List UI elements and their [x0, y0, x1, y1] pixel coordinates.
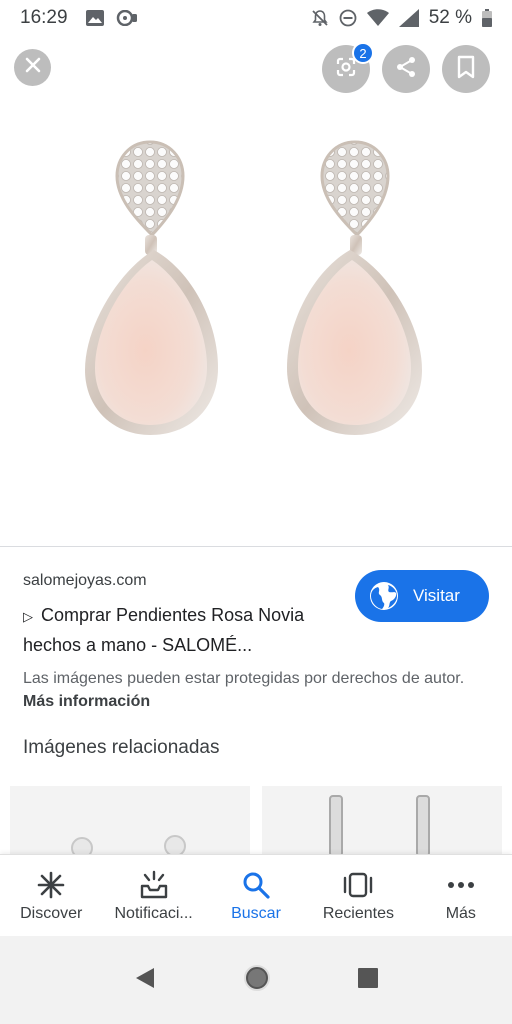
nav-search[interactable]: Buscar: [205, 855, 307, 936]
result-title-text: Comprar Pendientes Rosa Novia hechos a m…: [23, 605, 305, 655]
related-images-heading: Imágenes relacionadas: [23, 737, 220, 758]
more-info-link[interactable]: Más información: [23, 693, 150, 710]
nav-more[interactable]: Más: [410, 855, 512, 936]
lens-button[interactable]: 2: [322, 42, 374, 93]
related-image-thumbnail[interactable]: [262, 786, 502, 856]
copyright-text: Las imágenes pueden estar protegidas por…: [23, 670, 465, 687]
nav-label: Discover: [20, 905, 83, 922]
home-icon[interactable]: [243, 964, 271, 997]
share-icon: [394, 55, 418, 84]
nav-label: Recientes: [322, 905, 394, 922]
copyright-notice: Las imágenes pueden estar protegidas por…: [23, 667, 483, 713]
signal-icon: [398, 9, 419, 27]
nav-label: Notificaci...: [114, 905, 193, 922]
bottom-navigation: Discover Notificaci... Buscar Recientes …: [0, 854, 512, 936]
status-time: 16:29: [20, 7, 68, 28]
nav-recent[interactable]: Recientes: [307, 855, 409, 936]
overview-icon[interactable]: [357, 967, 379, 994]
lens-badge: 2: [352, 42, 374, 64]
visit-button[interactable]: Visitar: [355, 570, 489, 622]
left-earring: [85, 140, 218, 435]
nav-discover[interactable]: Discover: [0, 855, 102, 936]
bookmark-button[interactable]: [442, 45, 490, 93]
source-domain[interactable]: salomejoyas.com: [23, 572, 147, 590]
related-image-thumbnail[interactable]: [10, 786, 250, 856]
share-button[interactable]: [382, 45, 430, 93]
viewer-actions: 2: [322, 42, 490, 93]
system-navigation-bar: [0, 936, 512, 1024]
product-image[interactable]: [0, 110, 512, 540]
search-icon: [242, 869, 270, 901]
status-bar: 16:29 52 %: [0, 0, 512, 36]
close-button[interactable]: [14, 49, 51, 86]
back-icon[interactable]: [133, 966, 157, 995]
wifi-icon: [366, 9, 389, 27]
bookmark-icon: [455, 55, 477, 84]
recent-tabs-icon: [343, 869, 373, 901]
assistant-icon: [116, 10, 138, 26]
updates-icon: [139, 869, 169, 901]
nav-label: Más: [445, 905, 476, 922]
image-icon: [85, 10, 104, 26]
battery-icon: [482, 9, 492, 27]
right-earring: [287, 140, 422, 435]
result-title[interactable]: ▷ Comprar Pendientes Rosa Novia hechos a …: [23, 601, 343, 660]
do-not-disturb-icon: [339, 9, 357, 27]
nav-label: Buscar: [231, 905, 281, 922]
battery-percent: 52 %: [428, 7, 472, 28]
notifications-off-icon: [311, 9, 329, 27]
close-icon: [24, 56, 42, 79]
asterisk-icon: [37, 869, 65, 901]
divider: [0, 546, 512, 547]
play-icon: ▷: [23, 609, 33, 624]
globe-icon: [369, 581, 399, 611]
nav-notifications[interactable]: Notificaci...: [102, 855, 204, 936]
more-icon: [447, 869, 475, 901]
visit-label: Visitar: [413, 586, 460, 605]
